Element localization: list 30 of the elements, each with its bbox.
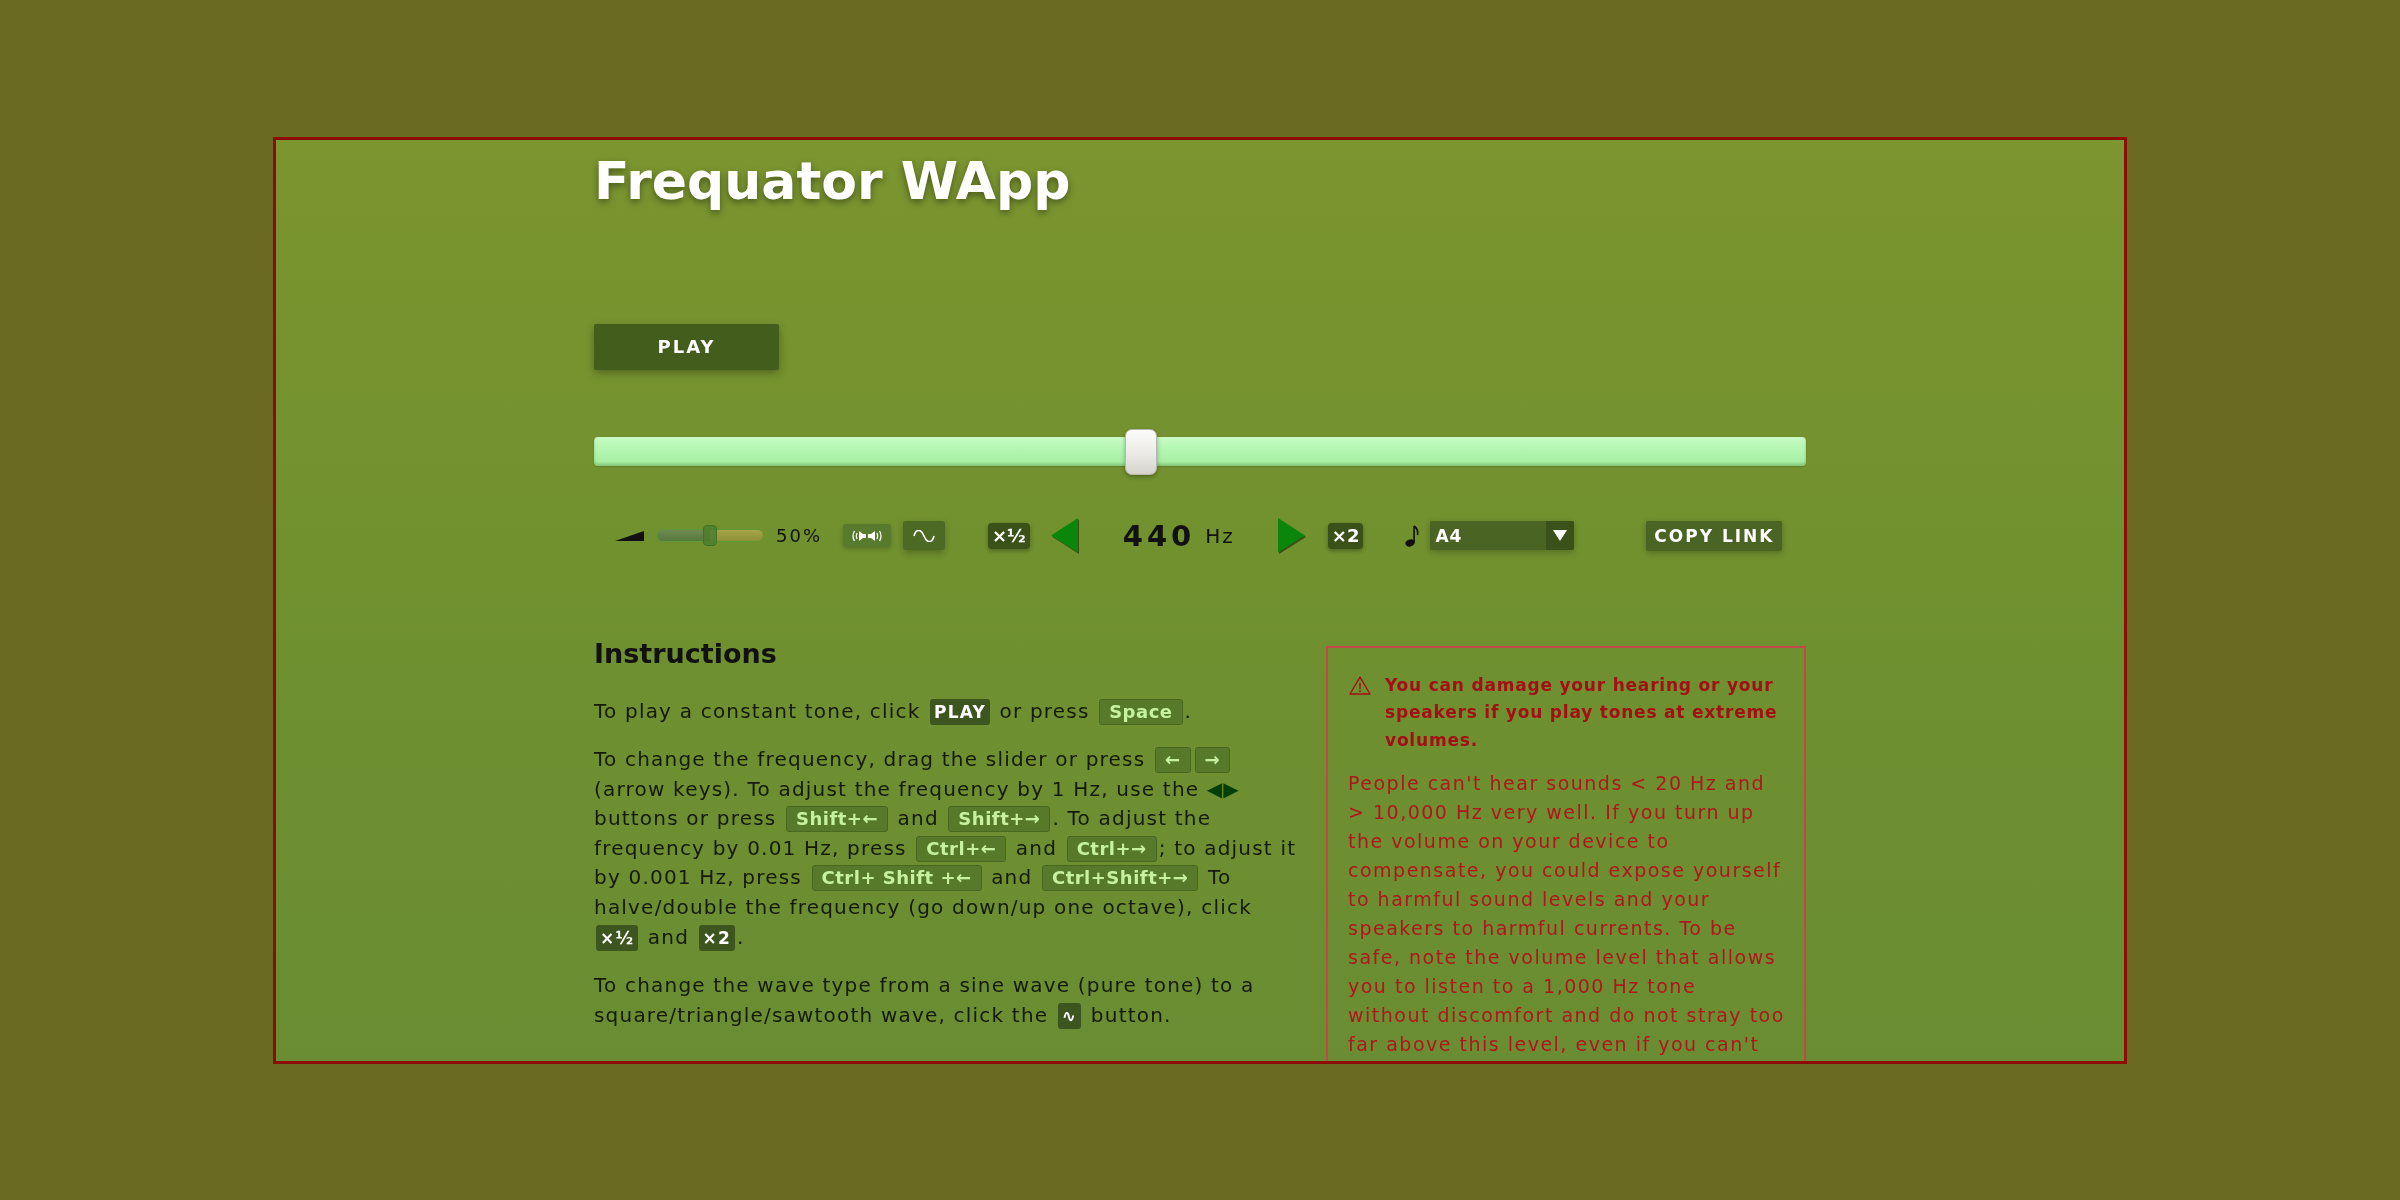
increase-frequency-button[interactable] (1277, 517, 1306, 554)
left-triangle-icon (1050, 517, 1079, 554)
app-title: Frequator WApp (594, 149, 1071, 212)
halve-frequency-button[interactable]: ×½ (988, 522, 1030, 549)
speakers-icon (850, 528, 884, 543)
instructions-paragraph: To change the wave type from a sine wave (pure tone) to a square/triangle/sawtooth wave, click the ∿ button. (594, 972, 1256, 1031)
volume-slider[interactable] (656, 525, 764, 546)
wave-type-button[interactable] (903, 521, 945, 550)
warning-heading: You can damage your hearing or your speakers if you play tones at extreme volumes. (1385, 673, 1779, 752)
instructions-paragraph: To change the frequency, drag the slider or press ← → (arrow keys). To adjust the frequency by 1 Hz, use the ◀▶ buttons or press Shift+← and Shift+→ . To adjust the frequency by 0.01 Hz, press Ctrl+← and Ctrl+→ ; to adjust it by 0.001 Hz, press Ctrl+ Shift +← and Ctrl+Shift+→ To halve/double the frequency (go down/up one octave), click ×½ and ×2 . (594, 746, 1298, 953)
volume-slider-thumb[interactable] (703, 525, 717, 546)
instructions-heading: Instructions (594, 637, 777, 670)
right-triangle-icon (1277, 517, 1306, 554)
warning-icon (1349, 675, 1371, 695)
frequency-slider[interactable] (594, 428, 1806, 475)
note-select[interactable]: A4 (1430, 521, 1575, 550)
frequency-unit: Hz (1205, 523, 1235, 548)
sine-wave-icon (913, 529, 935, 542)
double-frequency-button[interactable]: ×2 (1327, 522, 1364, 549)
frequency-value: 440 (1122, 518, 1196, 553)
warning-text: People can't hear sounds < 20 Hz and > 10,000 Hz very well. If you turn up the volume on your device to compensate, you could expose yourself to harmful sound levels and your speakers to harmful currents. To be safe, note the volume level that allows you to listen to a 1,000 Hz tone without discomfort and do not stray too far above this level, even if you can't (1348, 770, 1785, 1057)
frequency-slider-thumb[interactable] (1125, 428, 1157, 475)
music-note-icon (1405, 524, 1420, 547)
copy-link-button[interactable]: COPY LINK (1646, 520, 1783, 551)
decrease-frequency-button[interactable] (1050, 517, 1079, 554)
volume-reading: 50% (776, 525, 822, 546)
play-button[interactable]: PLAY (594, 323, 779, 370)
instructions-paragraph: To play a constant tone, click PLAY or press Space . (594, 697, 1193, 727)
speakers-button[interactable] (843, 524, 891, 547)
volume-ramp-icon (615, 530, 644, 541)
